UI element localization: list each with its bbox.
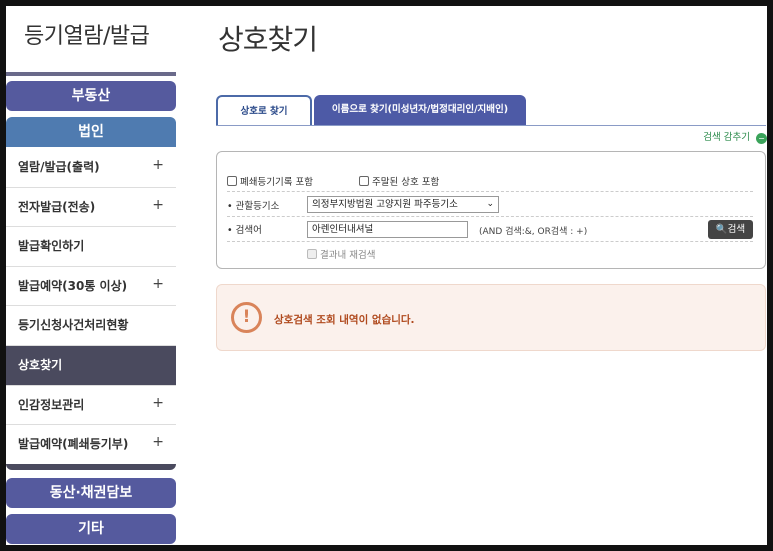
registry-office-select[interactable]: 의정부지방법원 고양지원 파주등기소 ⌄ [307,196,499,213]
sidebar-item-label: 발급예약(30통 이상) [18,278,128,293]
keyword-label: • 검색어 [227,222,262,236]
search-form: 폐쇄등기기록 포함 주말된 상호 포함 • 관할등기소 의정부지방법원 고양지원… [216,151,766,269]
refine-search-label: 결과내 재검색 [320,250,376,261]
refine-search-checkbox[interactable] [307,249,317,259]
include-main-office-option[interactable]: 주말된 상호 포함 [359,174,439,188]
sidebar-item-seal-info[interactable]: 인감정보관리 + [6,384,176,426]
registry-office-value: 의정부지방법원 고양지원 파주등기소 [312,199,458,210]
hide-search-label: 검색 감추기 [703,132,750,143]
form-divider [227,191,753,192]
sidebar-item-view-issue-print[interactable]: 열람/발급(출력) + [6,148,176,188]
search-button[interactable]: 🔍검색 [708,220,753,239]
no-results-notice: ! 상호검색 조회 내역이 없습니다. [216,284,766,351]
expand-plus-icon[interactable]: + [152,423,164,462]
registry-office-label: • 관할등기소 [227,198,279,212]
page-title: 상호찾기 [218,23,318,56]
category-real-estate-button[interactable]: 부동산 [6,81,176,111]
sidebar-title: 등기열람/발급 [24,24,150,49]
sidebar-item-electronic-issue[interactable]: 전자발급(전송) + [6,186,176,228]
expand-plus-icon[interactable]: + [152,384,164,423]
sidebar-item-label: 상호찾기 [18,357,63,372]
sidebar-item-application-status[interactable]: 등기신청사건처리현황 [6,306,176,346]
include-closed-checkbox[interactable] [227,176,237,186]
sidebar-item-label: 등기신청사건처리현황 [18,318,129,333]
main-content: 상호찾기 상호로 찾기 이름으로 찾기(미성년자/법정대리인/지배인) 검색 감… [178,6,767,545]
expand-plus-icon[interactable]: + [152,146,164,185]
sidebar-item-company-name-search[interactable]: 상호찾기 [6,345,176,386]
include-closed-label: 폐쇄등기기록 포함 [240,177,313,188]
tab-search-by-person-name[interactable]: 이름으로 찾기(미성년자/법정대리인/지배인) [314,95,526,126]
sidebar-item-label: 인감정보관리 [18,397,85,412]
category-corporation-button[interactable]: 법인 [6,117,176,147]
menu-bottom-bar [6,464,176,470]
refine-search-option[interactable]: 결과내 재검색 [307,247,375,261]
registry-office-label-text: • 관할등기소 [227,201,280,212]
form-divider [227,241,753,242]
category-etc-button[interactable]: 기타 [6,514,176,544]
hide-search-link[interactable]: 검색 감추기 − [703,129,767,144]
form-divider [227,216,753,217]
warning-icon: ! [231,302,262,333]
chevron-down-icon: ⌄ [486,199,494,209]
expand-plus-icon[interactable]: + [152,265,164,304]
sidebar-item-issue-verify[interactable]: 발급확인하기 [6,227,176,267]
search-button-label: 검색 [727,224,746,235]
include-closed-option[interactable]: 폐쇄등기기록 포함 [227,174,313,188]
include-main-office-label: 주말된 상호 포함 [372,177,440,188]
search-icon: 🔍 [715,224,728,235]
tab-underline [216,125,766,126]
sidebar-item-label: 열람/발급(출력) [18,160,100,174]
sidebar-item-issue-reservation[interactable]: 발급예약(30통 이상) + [6,265,176,307]
sidebar: 등기열람/발급 부동산 법인 열람/발급(출력) + 전자발급(전송) + 발급… [6,6,178,545]
search-syntax-hint: (AND 검색:&, OR검색 : +) [479,227,588,237]
no-results-message: 상호검색 조회 내역이 없습니다. [274,314,415,326]
keyword-label-text: • 검색어 [227,225,262,236]
sidebar-item-closed-record-reservation[interactable]: 발급예약(폐쇄등기부) + [6,425,176,465]
tab-search-by-company-name[interactable]: 상호로 찾기 [216,95,312,126]
browser-frame: 등기열람/발급 부동산 법인 열람/발급(출력) + 전자발급(전송) + 발급… [6,6,767,545]
sidebar-item-label: 발급확인하기 [18,239,85,254]
sidebar-divider [6,72,176,76]
keyword-input[interactable]: 아렌인터내셔널 [307,221,468,238]
expand-plus-icon[interactable]: + [152,186,164,225]
include-main-office-checkbox[interactable] [359,176,369,186]
sidebar-item-label: 전자발급(전송) [18,199,96,214]
collapse-icon: − [756,133,767,144]
category-movable-button[interactable]: 동산·채권담보 [6,478,176,508]
sidebar-item-label: 발급예약(폐쇄등기부) [18,437,129,452]
corporation-menu: 열람/발급(출력) + 전자발급(전송) + 발급확인하기 발급예약(30통 이… [6,148,176,465]
